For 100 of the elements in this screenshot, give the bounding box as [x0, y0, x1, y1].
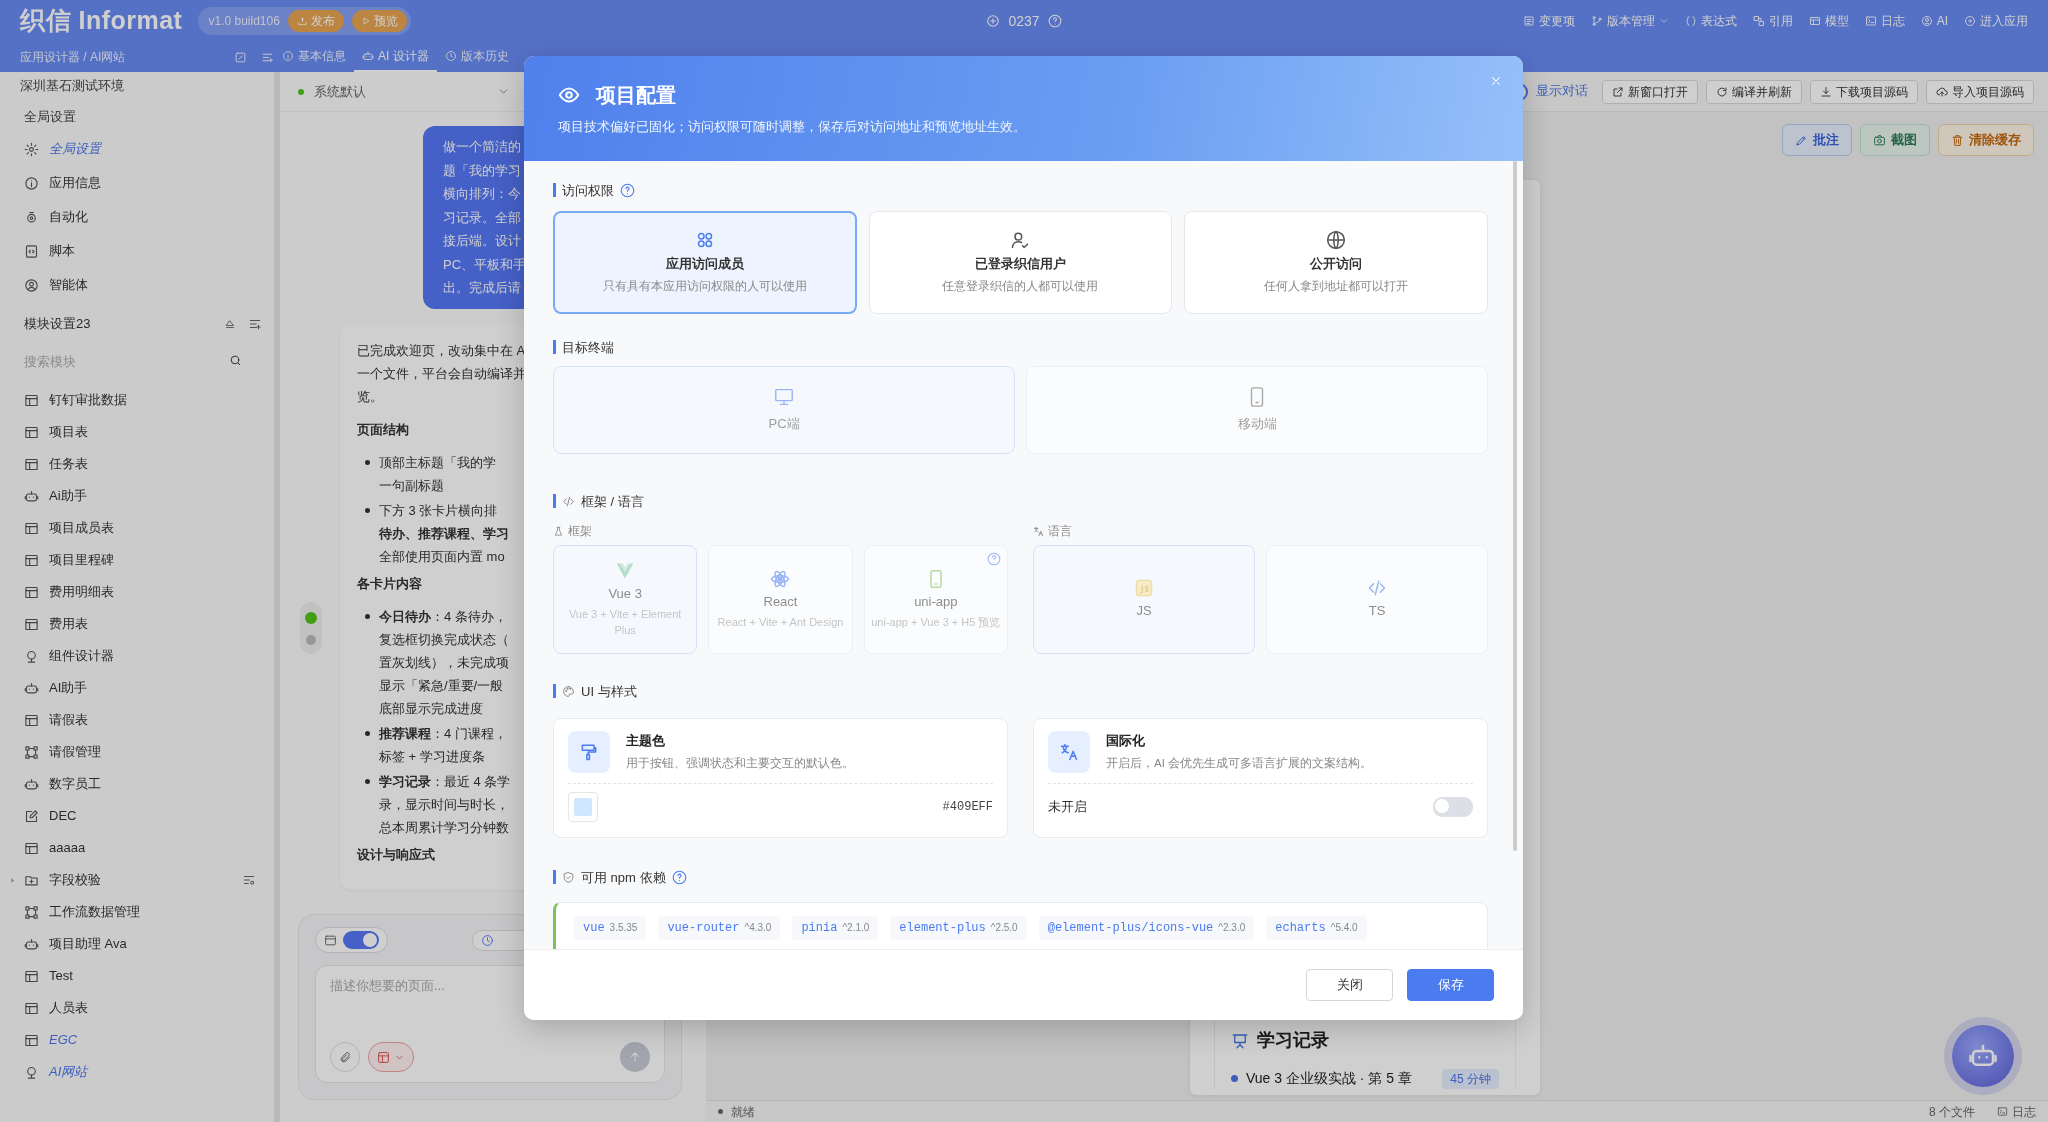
color-picker[interactable] [568, 792, 598, 822]
sidebar-item[interactable]: DEC [0, 800, 274, 832]
link-icon [1752, 15, 1765, 27]
sidebar-item[interactable]: AI助手 [0, 672, 274, 704]
sidebar-item[interactable]: Test [0, 960, 274, 992]
toolbar-button[interactable]: 导入项目源码 [1926, 79, 2034, 104]
message-heading: 各卡片内容 [357, 574, 422, 593]
shield-icon [562, 870, 575, 884]
presentation-icon [1231, 1031, 1249, 1050]
toggle-switch[interactable] [1433, 797, 1473, 817]
terminal-icon [1997, 1106, 2008, 1117]
package-name: pinia [801, 920, 838, 937]
paperclip-icon [338, 1050, 352, 1064]
breadcrumb-text: 应用设计器 / AI网站 [20, 49, 127, 66]
sidebar-item[interactable]: 任务表 [0, 448, 274, 480]
sidebar-item[interactable]: 工作流数据管理 [0, 896, 274, 928]
status-text: 就绪 [731, 1103, 755, 1121]
model-select[interactable]: 系统默认 [314, 81, 510, 102]
table-icon [24, 616, 39, 632]
help-icon [987, 552, 1001, 566]
sidebar-item[interactable]: EGC [0, 1024, 274, 1056]
layout-button[interactable] [368, 1042, 414, 1072]
clear-icon [1951, 133, 1964, 147]
list-item-line: 推荐课程：4 门课程， [379, 724, 507, 743]
prompt-field[interactable]: 描述你想要的页面... [330, 976, 650, 996]
list-item-line: 显示「紧急/重要/一般 [379, 676, 504, 695]
sidebar-item[interactable]: 钉钉审批数据 [0, 384, 274, 416]
globe-icon [1326, 230, 1347, 251]
list-item-line: 学习记录：最近 4 条学 [379, 772, 511, 791]
package-version: ^2.1.0 [842, 921, 870, 935]
list-item-line: 一句副标题 [379, 476, 444, 495]
sidebar-item[interactable]: 组件设计器 [0, 640, 274, 672]
sidebar-item[interactable]: Ai助手 [0, 480, 274, 512]
framework-name: uni-app [914, 592, 958, 611]
duration-tag: 45 分钟 [1442, 1068, 1499, 1089]
info-icon [282, 50, 294, 62]
record-title: Vue 3 企业级实战 · 第 5 章 [1246, 1069, 1412, 1088]
close-icon [1489, 74, 1503, 88]
log-button[interactable]: 日志 [1997, 1102, 2036, 1121]
sidebar-item[interactable]: 项目助理 Ava [0, 928, 274, 960]
sidebar-item[interactable]: 项目成员表 [0, 512, 274, 544]
table-icon [24, 456, 39, 472]
send-button[interactable] [620, 1042, 650, 1072]
sidebar-item[interactable]: 人员表 [0, 992, 274, 1024]
list-settings-icon [242, 873, 256, 887]
message-line: 横向排列：今 [443, 185, 521, 203]
help-icon [620, 182, 635, 198]
sidebar-item[interactable]: 数字员工 [0, 768, 274, 800]
sidebar-item[interactable]: 应用信息 [0, 166, 274, 200]
sidebar-item[interactable]: 全局设置 [0, 132, 274, 166]
mode-toggle[interactable] [315, 927, 388, 953]
panel-icon [324, 933, 337, 947]
sidebar-item[interactable]: 项目表 [0, 416, 274, 448]
robot-icon [24, 488, 39, 504]
access-option[interactable]: 应用访问成员 只有具有本应用访问权限的人可以使用 [553, 211, 857, 314]
clock-icon [481, 933, 494, 947]
access-option[interactable]: 已登录织信用户 任意登录织信的人都可以使用 [868, 211, 1173, 314]
enter-icon [1964, 15, 1976, 27]
file-count: 8 个文件 [1929, 1103, 1975, 1121]
package-version: 3.5.35 [609, 921, 638, 935]
save-button[interactable]: 保存 [1407, 969, 1494, 1001]
toolbar-button[interactable]: 新窗口打开 [1602, 79, 1698, 104]
language-name: TS [1368, 602, 1386, 621]
toolbar-button[interactable]: 编译并刷新 [1706, 79, 1802, 104]
table-icon [24, 584, 39, 600]
sidebar-item[interactable]: 自动化 [0, 200, 274, 234]
sidebar-item[interactable]: 智能体 [0, 268, 274, 302]
sidebar-item[interactable]: 请假管理 [0, 736, 274, 768]
message-line: 出。完成后请 [443, 279, 521, 297]
view-switch[interactable] [300, 602, 322, 654]
sidebar-item[interactable]: 项目里程碑 [0, 544, 274, 576]
attach-button[interactable] [330, 1042, 360, 1072]
assistant-button[interactable] [1952, 1025, 2014, 1087]
translate-icon [1033, 525, 1044, 537]
paint-roller-icon [579, 742, 599, 762]
close-dialog-button[interactable]: 关闭 [1306, 969, 1393, 1001]
list-item-line: 复选框切换完成状态（ [379, 630, 509, 649]
toolbar-button[interactable]: 下载项目源码 [1810, 79, 1918, 104]
sidebar-item[interactable]: AI网站 [0, 1056, 274, 1088]
group-label: 语言 [1048, 523, 1072, 540]
atom-icon [770, 568, 791, 589]
framework-description: React + Vite + Ant Design [717, 615, 844, 631]
package-version: ^5.4.0 [1330, 921, 1358, 935]
clock-icon [444, 50, 457, 62]
sidebar-item[interactable]: 脚本 [0, 234, 274, 268]
toggle-switch[interactable] [343, 931, 379, 949]
sidebar-item[interactable]: 请假表 [0, 704, 274, 736]
access-option[interactable]: 公开访问 任何人拿到地址都可以打开 [1184, 211, 1488, 314]
sidebar-item[interactable]: 费用明细表 [0, 576, 274, 608]
robot-icon [362, 50, 374, 62]
sidebar-item[interactable]: 费用表 [0, 608, 274, 640]
action-button[interactable]: 截图 [1860, 124, 1930, 156]
sidebar-item[interactable]: aaaaa [0, 832, 274, 864]
action-button[interactable]: 批注 [1782, 124, 1852, 156]
environment-label: 深圳基石测试环境 [19, 77, 125, 95]
designer-icon [24, 648, 39, 664]
search-field[interactable]: 搜索模块 [24, 346, 252, 376]
table-icon [24, 520, 39, 536]
close-button[interactable] [1489, 74, 1503, 88]
sidebar-item[interactable]: 字段校验 [0, 864, 274, 896]
